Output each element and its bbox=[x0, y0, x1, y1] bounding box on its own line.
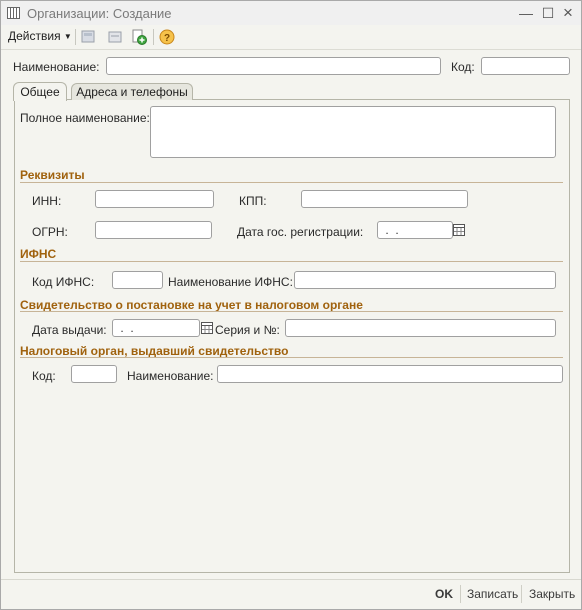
minimize-button[interactable]: — bbox=[518, 5, 534, 21]
tab-general[interactable]: Общее bbox=[13, 82, 67, 101]
maximize-button[interactable]: ☐ bbox=[540, 5, 556, 21]
series-input[interactable] bbox=[285, 319, 556, 337]
name-input[interactable] bbox=[106, 57, 441, 75]
certificate-section-title: Свидетельство о постановке на учет в нал… bbox=[20, 298, 363, 312]
save-button[interactable]: Записать bbox=[467, 587, 518, 601]
svg-text:?: ? bbox=[164, 33, 170, 44]
footer-divider bbox=[1, 579, 581, 580]
footer-separator bbox=[521, 585, 522, 603]
reg-date-label: Дата гос. регистрации: bbox=[237, 225, 364, 239]
window-title: Организации: Создание bbox=[27, 6, 172, 21]
actions-menu-label: Действия bbox=[8, 29, 61, 43]
tax-code-label: Код: bbox=[32, 369, 56, 383]
issue-date-input[interactable] bbox=[112, 319, 200, 337]
full-name-textarea[interactable] bbox=[150, 106, 556, 158]
toolbar-separator bbox=[75, 29, 76, 45]
ifns-code-label: Код ИФНС: bbox=[32, 275, 95, 289]
ifns-section-title: ИФНС bbox=[20, 247, 57, 261]
section-divider bbox=[20, 357, 563, 358]
toolbar-separator bbox=[153, 29, 154, 45]
footer-separator bbox=[460, 585, 461, 603]
window: Организации: Создание — ☐ × Действия ▼ ? bbox=[0, 0, 582, 610]
code-input[interactable] bbox=[481, 57, 570, 75]
section-divider bbox=[20, 261, 563, 262]
toolbar: Действия ▼ ? bbox=[1, 25, 581, 50]
inn-input[interactable] bbox=[95, 190, 214, 208]
ifns-name-label: Наименование ИФНС: bbox=[168, 275, 293, 289]
dropdown-arrow-icon: ▼ bbox=[63, 32, 72, 41]
tax-name-label: Наименование: bbox=[127, 369, 214, 383]
calendar-icon[interactable] bbox=[452, 222, 466, 238]
copy-icon[interactable] bbox=[107, 29, 123, 45]
ogrn-label: ОГРН: bbox=[32, 225, 68, 239]
section-divider bbox=[20, 311, 563, 312]
close-form-button[interactable]: Закрыть bbox=[529, 587, 575, 601]
title-bar: Организации: Создание — ☐ × bbox=[1, 1, 581, 25]
help-icon[interactable]: ? bbox=[159, 29, 175, 45]
actions-menu[interactable]: Действия ▼ bbox=[8, 29, 72, 43]
issue-date-label: Дата выдачи: bbox=[32, 323, 107, 337]
tax-name-input[interactable] bbox=[217, 365, 563, 383]
kpp-label: КПП: bbox=[239, 194, 267, 208]
add-icon[interactable] bbox=[131, 29, 147, 45]
tax-code-input[interactable] bbox=[71, 365, 117, 383]
code-label: Код: bbox=[451, 60, 475, 74]
tab-addresses[interactable]: Адреса и телефоны bbox=[71, 83, 193, 100]
reg-date-input[interactable] bbox=[377, 221, 453, 239]
requisites-section-title: Реквизиты bbox=[20, 168, 85, 182]
ifns-name-input[interactable] bbox=[294, 271, 556, 289]
series-label: Серия и №: bbox=[215, 323, 280, 337]
record-icon[interactable] bbox=[80, 29, 96, 45]
kpp-input[interactable] bbox=[301, 190, 468, 208]
inn-label: ИНН: bbox=[32, 194, 62, 208]
ogrn-input[interactable] bbox=[95, 221, 212, 239]
close-button[interactable]: × bbox=[560, 4, 576, 21]
list-form-icon bbox=[7, 7, 20, 19]
ifns-code-input[interactable] bbox=[112, 271, 163, 289]
full-name-label: Полное наименование: bbox=[20, 111, 150, 125]
tax-authority-section-title: Налоговый орган, выдавший свидетельство bbox=[20, 344, 289, 358]
name-label: Наименование: bbox=[13, 60, 100, 74]
ok-button[interactable]: OK bbox=[435, 587, 453, 601]
calendar-icon[interactable] bbox=[200, 320, 214, 336]
section-divider bbox=[20, 182, 563, 183]
